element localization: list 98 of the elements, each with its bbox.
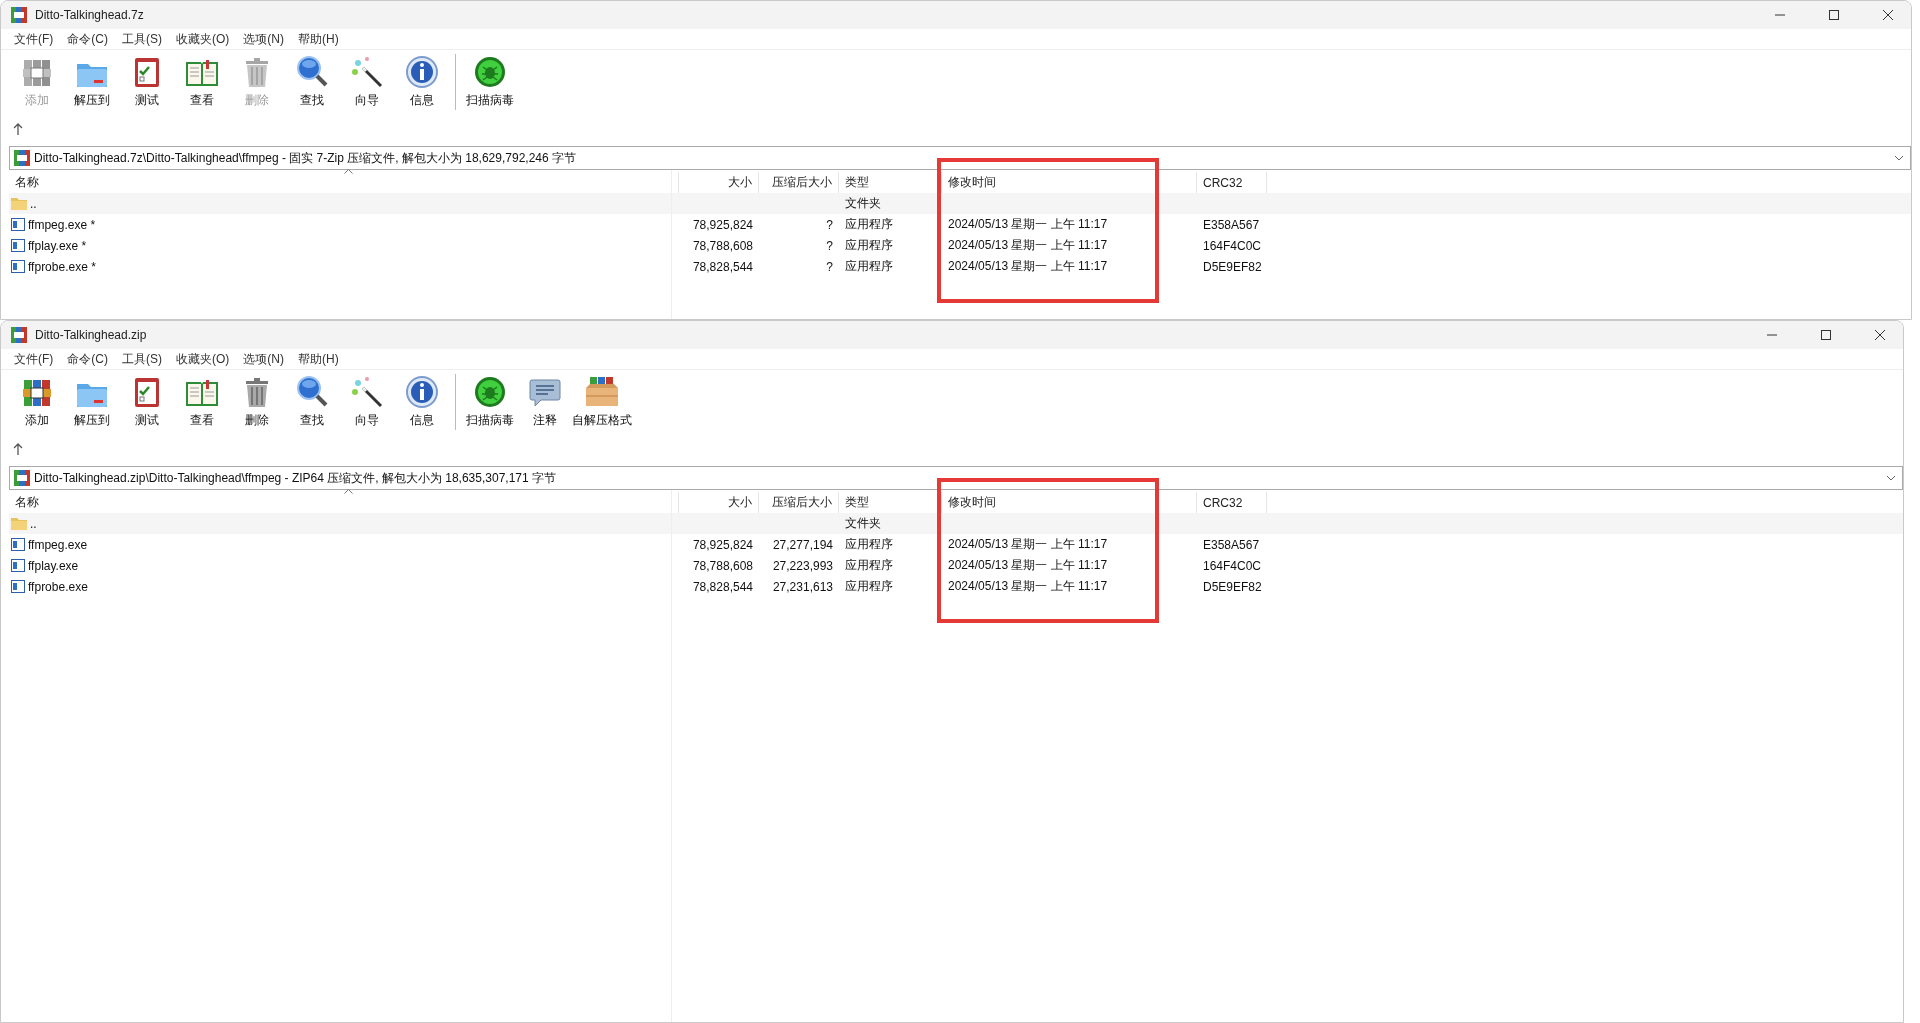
toolbar-button[interactable]: 注释 [517,374,572,429]
toolbar-button[interactable]: 向导 [339,374,394,429]
app-icon [11,327,27,343]
maximize-icon [1829,10,1839,20]
table-cell: 2024/05/13 星期一 上午 11:17 [948,238,1108,252]
menu-item[interactable]: 收藏夹(O) [169,29,237,49]
toolbar-button[interactable]: 扫描病毒 [462,374,517,429]
toolbar-button[interactable]: 信息 [394,374,449,429]
info-icon [403,374,440,410]
menu-item[interactable]: 帮助(H) [291,29,346,49]
table-cell: 2024/05/13 星期一 上午 11:17 [948,217,1108,231]
file-name[interactable]: .. [30,196,37,211]
up-arrow-icon[interactable] [13,123,23,135]
sort-caret-icon [343,489,353,494]
file-name[interactable]: ffmpeg.exe [28,537,88,552]
dropdown-caret-icon[interactable] [1886,475,1896,481]
toolbar-button[interactable]: 解压到 [64,54,119,109]
table-cell: 2024/05/13 星期一 上午 11:17 [948,537,1108,551]
toolbar-button[interactable]: 查看 [174,374,229,429]
window-title: Ditto-Talkinghead.zip [35,328,148,342]
menu-item[interactable]: 文件(F) [7,29,61,49]
table-cell: ? [826,238,833,253]
close-icon [1883,10,1893,20]
table-cell: 应用程序 [845,558,893,572]
close-icon [1875,330,1885,340]
table-cell: E358A567 [1203,537,1260,552]
table-cell: 文件夹 [845,196,881,210]
archive-icon [14,470,30,486]
toolbar-button[interactable]: 扫描病毒 [462,54,517,109]
table-cell: ? [826,259,833,274]
window-title: Ditto-Talkinghead.7z [35,8,145,22]
table-cell: 78,828,544 [692,259,753,274]
toolbar-button[interactable]: 查找 [284,54,339,109]
archive-icon [14,150,30,166]
table-cell: 2024/05/13 星期一 上午 11:17 [948,558,1108,572]
menu-item[interactable]: 工具(S) [115,29,169,49]
file-name[interactable]: ffmpeg.exe * [28,217,96,232]
table-cell: 164F4C0C [1203,238,1262,253]
toolbar-button[interactable]: 解压到 [64,374,119,429]
table-cell: 应用程序 [845,537,893,551]
info-icon [403,54,440,90]
folder-icon [11,197,27,210]
menu-item[interactable]: 选项(N) [236,349,291,369]
table-cell: 78,925,824 [692,217,753,232]
file-name[interactable]: .. [30,516,37,531]
toolbar-button[interactable]: 信息 [394,54,449,109]
toolbar-button[interactable]: 测试 [119,374,174,429]
table-cell: 2024/05/13 星期一 上午 11:17 [948,579,1108,593]
up-arrow-icon[interactable] [13,443,23,455]
table-cell: 27,231,613 [772,579,833,594]
table-cell: 78,925,824 [692,537,753,552]
table-cell: 78,788,608 [692,238,753,253]
menu-item[interactable]: 选项(N) [236,29,291,49]
table-cell: 2024/05/13 星期一 上午 11:17 [948,259,1108,273]
file-icon [11,218,25,231]
file-name[interactable]: ffprobe.exe [28,579,88,594]
sort-caret-icon [343,169,353,174]
table-cell: 78,788,608 [692,558,753,573]
file-icon [11,559,25,572]
table-cell: E358A567 [1203,217,1260,232]
dropdown-caret-icon[interactable] [1894,155,1904,161]
table-cell: ? [826,217,833,232]
toolbar-button[interactable]: 测试 [119,54,174,109]
table-cell: 78,828,544 [692,579,753,594]
table-cell: 27,277,194 [772,537,833,552]
toolbar-button[interactable]: 自解压格式 [572,374,632,429]
table-cell: D5E9EF82 [1203,579,1262,594]
file-name[interactable]: ffprobe.exe * [28,259,96,274]
table-cell: 应用程序 [845,259,893,273]
file-icon [11,538,25,551]
table-cell: 应用程序 [845,579,893,593]
toolbar-button[interactable]: 删除 [229,374,284,429]
maximize-icon [1821,330,1831,340]
table-cell: D5E9EF82 [1203,259,1262,274]
menu-item[interactable]: 文件(F) [7,349,61,369]
address-bar[interactable]: Ditto-Talkinghead.7z\Ditto-Talkinghead\ffmpeg - 固实 7-Zip 压缩文件, 解包大小为 18,629,792,246 字节 [9,146,1911,170]
folder-icon [11,517,27,530]
table-cell: 27,223,993 [772,558,833,573]
table-cell: 应用程序 [845,238,893,252]
menu-item[interactable]: 命令(C) [60,29,115,49]
toolbar-button[interactable]: 查看 [174,54,229,109]
file-name[interactable]: ffplay.exe [28,558,79,573]
menu-item[interactable]: 收藏夹(O) [169,349,237,369]
file-icon [11,239,25,252]
menu-item[interactable]: 命令(C) [60,349,115,369]
file-name[interactable]: ffplay.exe * [28,238,87,253]
table-cell: 文件夹 [845,516,881,530]
menu-item[interactable]: 工具(S) [115,349,169,369]
toolbar-button[interactable]: 添加 [9,374,64,429]
file-icon [11,580,25,593]
menu-item[interactable]: 帮助(H) [291,349,346,369]
table-cell: 应用程序 [845,217,893,231]
address-bar[interactable]: Ditto-Talkinghead.zip\Ditto-Talkinghead\ffmpeg - ZIP64 压缩文件, 解包大小为 18,635,307,171 字节 [9,466,1903,490]
toolbar-button[interactable]: 查找 [284,374,339,429]
app-icon [11,7,27,23]
file-icon [11,260,25,273]
toolbar-button[interactable]: 向导 [339,54,394,109]
table-cell: 164F4C0C [1203,558,1262,573]
